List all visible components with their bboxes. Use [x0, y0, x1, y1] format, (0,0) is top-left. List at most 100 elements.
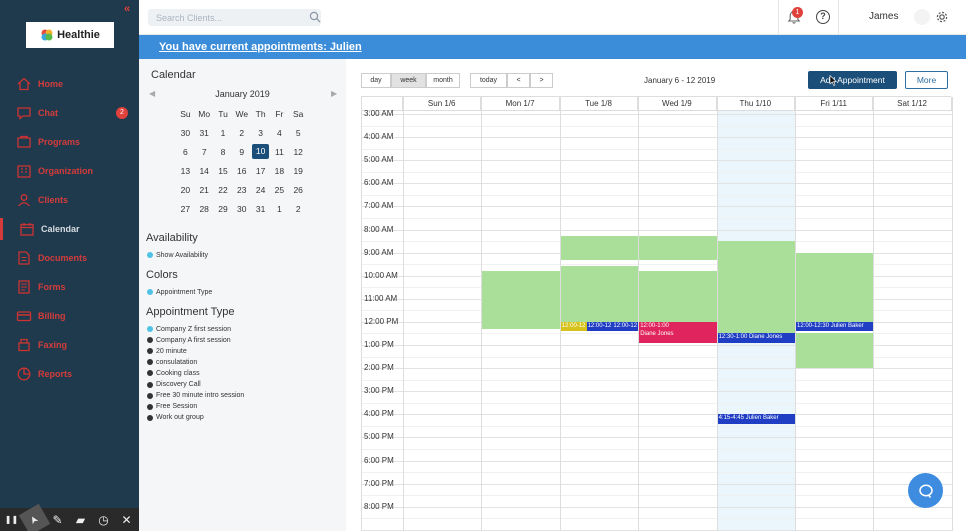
mini-calendar-day[interactable]: 22: [214, 185, 233, 195]
current-appointments-link[interactable]: You have current appointments: Julien: [159, 41, 362, 53]
mini-calendar-day[interactable]: 30: [176, 128, 195, 138]
add-appointment-button[interactable]: Add Appointment: [808, 71, 897, 89]
today-button[interactable]: today: [470, 73, 507, 88]
pen-icon[interactable]: ✎: [46, 508, 69, 531]
mini-calendar-day[interactable]: 1: [214, 128, 233, 138]
appointment-type-item[interactable]: 20 minute: [147, 346, 187, 356]
day-header[interactable]: Sat 1/12: [873, 97, 952, 111]
mini-calendar-day[interactable]: 2: [232, 128, 251, 138]
sidebar-item-forms[interactable]: Forms: [0, 276, 139, 298]
mini-calendar-day[interactable]: 7: [195, 147, 214, 157]
mini-calendar-day[interactable]: 31: [195, 128, 214, 138]
mini-calendar-selected-day[interactable]: 10: [252, 144, 269, 159]
time-gridline: [362, 495, 952, 497]
sidebar-item-documents[interactable]: Documents: [0, 247, 139, 269]
appointment-type-item[interactable]: Company A first session: [147, 335, 231, 345]
appointment-type-item[interactable]: Company Z first session: [147, 324, 231, 334]
mini-calendar-day[interactable]: 18: [270, 166, 289, 176]
day-header[interactable]: Wed 1/9: [638, 97, 717, 111]
mini-calendar-day[interactable]: 13: [176, 166, 195, 176]
appointment-type-item[interactable]: Free Session: [147, 402, 197, 412]
mini-calendar-day[interactable]: 8: [214, 147, 233, 157]
appointment-event[interactable]: 12:00-12: [586, 321, 613, 332]
colors-option[interactable]: Appointment Type: [147, 287, 212, 297]
sidebar-item-clients[interactable]: Clients: [0, 189, 139, 211]
mini-calendar-day[interactable]: 21: [195, 185, 214, 195]
close-icon[interactable]: ✕: [115, 508, 138, 531]
mini-calendar-day[interactable]: 14: [195, 166, 214, 176]
pause-icon[interactable]: ❚❚: [0, 508, 23, 531]
mini-calendar-day[interactable]: 4: [270, 128, 289, 138]
mini-calendar-day[interactable]: 9: [232, 147, 251, 157]
search-icon[interactable]: [309, 11, 321, 23]
mini-calendar-day[interactable]: 1: [270, 204, 289, 214]
timer-icon[interactable]: ◷: [92, 508, 115, 531]
appointment-event[interactable]: 4:15-4:45 Julien Baker: [717, 414, 795, 424]
help-icon[interactable]: ?: [816, 10, 830, 24]
appointment-event[interactable]: 12:30-1:00 Diane Jones: [717, 333, 795, 343]
day-header[interactable]: Fri 1/11: [795, 97, 874, 111]
day-header[interactable]: Mon 1/7: [481, 97, 560, 111]
mini-calendar-day[interactable]: 28: [195, 204, 214, 214]
mini-calendar-day[interactable]: 12: [289, 147, 308, 157]
mini-calendar-day[interactable]: 11: [270, 147, 289, 157]
sidebar-item-programs[interactable]: Programs: [0, 131, 139, 153]
view-month-button[interactable]: month: [426, 73, 460, 88]
day-header[interactable]: Tue 1/8: [559, 97, 639, 111]
mini-calendar-day[interactable]: 20: [176, 185, 195, 195]
day-header[interactable]: Thu 1/10: [716, 97, 795, 111]
mini-calendar-day[interactable]: 5: [289, 128, 308, 138]
user-name[interactable]: James: [869, 11, 898, 22]
mini-calendar-day[interactable]: 17: [251, 166, 270, 176]
mini-calendar-day[interactable]: 24: [251, 185, 270, 195]
appointment-type-item[interactable]: Work out group: [147, 413, 204, 423]
sidebar-item-chat[interactable]: Chat 2: [0, 102, 139, 124]
sidebar-item-calendar[interactable]: Calendar: [0, 218, 139, 240]
more-button[interactable]: More: [905, 71, 948, 89]
sidebar-item-billing[interactable]: Billing: [0, 305, 139, 327]
mini-calendar-day[interactable]: 6: [176, 147, 195, 157]
sidebar-item-reports[interactable]: Reports: [0, 363, 139, 385]
mini-calendar-day[interactable]: 23: [232, 185, 251, 195]
view-week-button[interactable]: week: [391, 73, 426, 88]
search-input[interactable]: [156, 11, 296, 24]
time-gridline: [362, 217, 952, 219]
mini-calendar-day[interactable]: 16: [232, 166, 251, 176]
mini-calendar-day[interactable]: 29: [214, 204, 233, 214]
next-week-button[interactable]: >: [530, 73, 553, 88]
time-label: 7:00 PM: [364, 478, 394, 488]
sidebar-item-faxing[interactable]: Faxing: [0, 334, 139, 356]
next-month-icon[interactable]: ▶: [331, 89, 337, 98]
eraser-icon[interactable]: ▰: [69, 508, 92, 531]
prev-week-button[interactable]: <: [507, 73, 530, 88]
mini-calendar-day[interactable]: 25: [270, 185, 289, 195]
appointment-type-item[interactable]: Discovery Call: [147, 380, 201, 390]
appointment-type-item[interactable]: Free 30 minute intro session: [147, 391, 244, 401]
mini-calendar-day[interactable]: 19: [289, 166, 308, 176]
appointment-event[interactable]: 12:00-12:30 Julien Baker: [796, 321, 874, 332]
appointment-event[interactable]: 12:00-12: [612, 321, 639, 332]
mini-calendar-day[interactable]: 26: [289, 185, 308, 195]
sidebar-item-home[interactable]: Home: [0, 73, 139, 95]
mini-calendar-day[interactable]: 15: [214, 166, 233, 176]
appointment-type-item[interactable]: Cooking class: [147, 368, 200, 378]
appointment-event[interactable]: 12:00-12: [560, 321, 587, 332]
mini-calendar-day[interactable]: 2: [289, 204, 308, 214]
mini-calendar-day[interactable]: 27: [176, 204, 195, 214]
mini-calendar: Su Mo Tu We Th Fr Sa 30 31 1 2 3 4 5 6 7 8 9 10 11 12 13 14 15 1…: [176, 104, 308, 218]
mini-calendar-day[interactable]: 30: [232, 204, 251, 214]
reports-icon: [16, 366, 32, 382]
mini-calendar-day[interactable]: 3: [251, 128, 270, 138]
day-header[interactable]: Sun 1/6: [403, 97, 482, 111]
gear-icon[interactable]: [935, 10, 949, 24]
view-day-button[interactable]: day: [361, 73, 391, 88]
appointment-type-item[interactable]: consulatation: [147, 357, 197, 367]
appointment-event[interactable]: 12:00-1:00 Diane Jones: [639, 321, 717, 343]
support-chat-button[interactable]: [908, 473, 943, 508]
mini-calendar-day[interactable]: 31: [251, 204, 270, 214]
sidebar-item-organization[interactable]: Organization: [0, 160, 139, 182]
collapse-sidebar-button[interactable]: «: [124, 3, 130, 15]
avatar[interactable]: [914, 9, 930, 25]
time-gridline: [362, 460, 952, 462]
show-availability-toggle[interactable]: Show Availability: [147, 250, 208, 260]
